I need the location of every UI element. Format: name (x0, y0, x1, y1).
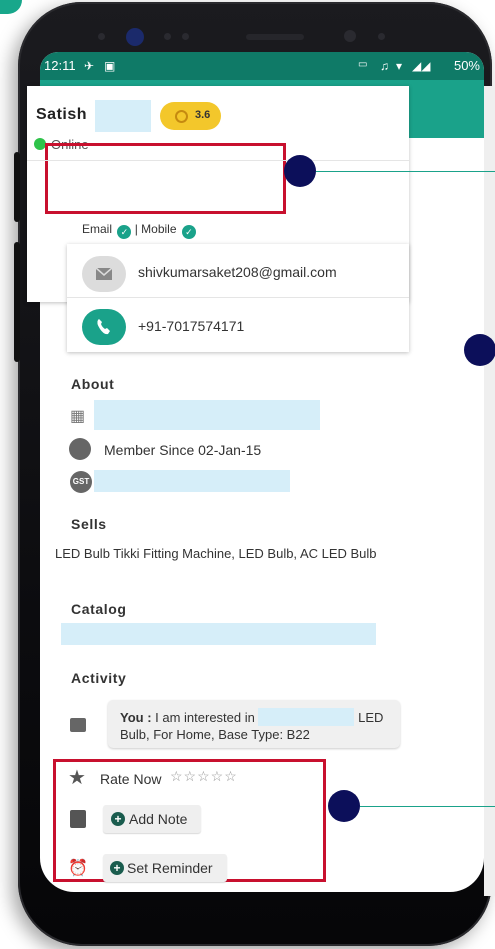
redacted-catalog[interactable] (61, 623, 376, 645)
activity-prefix: You : (120, 710, 152, 725)
redacted-product (258, 708, 355, 726)
redacted-surname (95, 100, 151, 132)
activity-message-mid: LED (358, 710, 384, 725)
callout-marker (464, 334, 495, 366)
email-verified-label: Email (82, 222, 113, 236)
activity-message-text: You : I am interested in LED Bulb, For H… (120, 708, 396, 743)
sensor-dot (98, 33, 105, 40)
phone-call-icon[interactable] (82, 309, 126, 345)
volte-icon: ▭ (358, 59, 368, 70)
sensor-dot (378, 33, 385, 40)
earpiece-speaker (246, 34, 304, 40)
member-icon (69, 438, 91, 460)
battery-level: 50% (453, 58, 480, 73)
company-icon: ▦ (70, 408, 86, 425)
volume-button (14, 242, 20, 362)
mobile-verified-label: | Mobile (134, 222, 177, 236)
sensor-dot (344, 30, 356, 42)
card-divider (27, 160, 409, 161)
set-reminder-plus-icon: + (110, 861, 124, 875)
sensor-dot (164, 33, 171, 40)
front-camera (126, 28, 144, 46)
email-check-icon: ✓ (117, 225, 132, 239)
mobile-check-icon: ✓ (181, 225, 196, 239)
rating-badge[interactable]: 3.6 (160, 102, 221, 130)
activity-message-end: Bulb, For Home, Base Type: B22 (120, 727, 310, 742)
mute-icon: ♫ (380, 59, 389, 73)
rating-value: 3.6 (195, 109, 211, 121)
notification-icon: ✈ (84, 59, 95, 73)
seller-phone[interactable]: +91-7017574171 (138, 318, 244, 334)
status-time: 12:11 (44, 58, 76, 73)
coin-icon (175, 110, 188, 123)
power-button (14, 152, 20, 222)
seller-email[interactable]: shivkumarsaket208@gmail.com (138, 264, 337, 280)
status-bar: 12:11 ✈ ▣ ▭ ♫ ▾ ◢◢ 50% (40, 52, 484, 80)
catalog-heading: Catalog (71, 601, 127, 617)
email-icon[interactable] (82, 256, 126, 292)
callout-marker (328, 790, 360, 822)
add-note-icon (70, 810, 86, 828)
verification-row: Email ✓ | Mobile ✓ (82, 222, 196, 239)
signal-icon: ◢◢ (412, 59, 431, 73)
corner-decoration (0, 0, 22, 14)
rate-now-label[interactable]: Rate Now (100, 771, 161, 787)
chat-icon (70, 718, 86, 732)
callout-line (316, 171, 495, 172)
add-note-plus-icon: + (111, 812, 125, 826)
callout-line (360, 806, 495, 807)
set-reminder-label: Set Reminder (127, 860, 213, 876)
alarm-icon: ⏰ (68, 860, 88, 877)
callout-marker (284, 155, 316, 187)
add-note-label: Add Note (129, 811, 188, 827)
activity-heading: Activity (71, 670, 127, 686)
message-icon: ▣ (104, 59, 116, 73)
contact-divider (67, 297, 409, 298)
screen-edge (484, 86, 495, 896)
seller-name: Satish (36, 106, 88, 123)
redacted-gst (94, 470, 290, 492)
star-icon: ★ (68, 767, 86, 789)
wifi-icon: ▾ (396, 59, 403, 73)
about-heading: About (71, 376, 115, 392)
activity-message-start: I am interested in (151, 710, 255, 725)
member-since: Member Since 02-Jan-15 (104, 442, 262, 458)
redacted-company (94, 400, 320, 430)
sells-heading: Sells (71, 516, 107, 532)
sensor-dot (182, 33, 189, 40)
gst-icon: GST (70, 471, 92, 493)
rating-stars[interactable]: ☆☆☆☆☆ (170, 768, 238, 785)
highlight-box-header (45, 143, 286, 214)
sells-list: LED Bulb Tikki Fitting Machine, LED Bulb… (55, 546, 377, 561)
